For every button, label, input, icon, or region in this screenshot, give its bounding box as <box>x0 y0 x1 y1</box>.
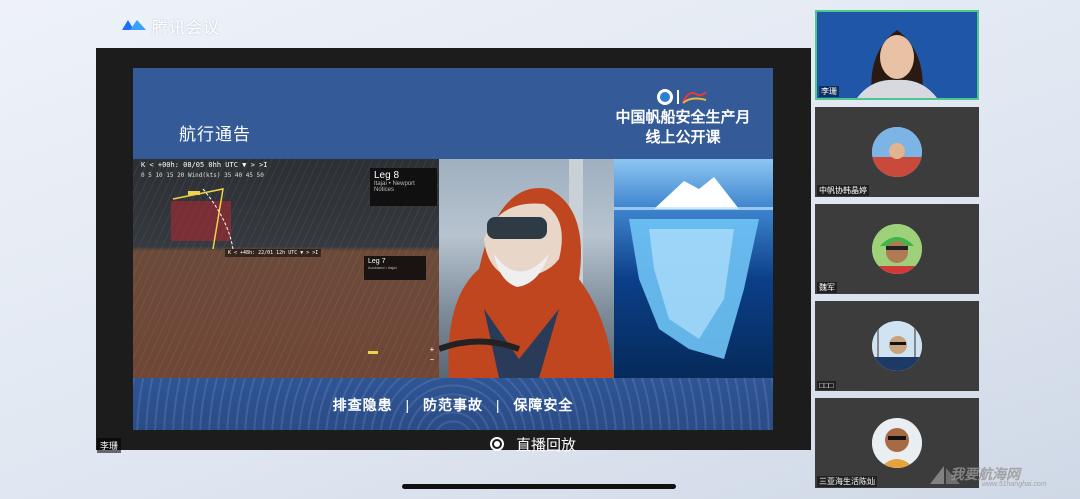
sailor-illustration <box>439 159 614 378</box>
leg-8-name: Leg 8 <box>374 170 400 181</box>
participant-tile[interactable]: 中帆协韩晶婷 <box>815 107 979 197</box>
avatar <box>872 418 922 468</box>
leg-7-name: Leg 7 <box>368 258 386 265</box>
footer-item-1: 排查隐患 <box>332 397 393 413</box>
app-logo-icon <box>122 20 146 30</box>
event-title-line1: 中国帆船安全生产月 <box>615 109 751 126</box>
slide-footer: 排查隐患 | 防范事故 | 保障安全 <box>133 378 773 430</box>
iceberg-image <box>614 159 773 378</box>
slide-heading: 航行通告 <box>179 125 251 144</box>
avatar <box>872 127 922 177</box>
watermark-url: www.51hanghai.com <box>982 481 1047 488</box>
app-title: 腾讯会议 <box>152 20 221 37</box>
avatar <box>872 224 922 274</box>
footer-separator: | <box>405 397 411 413</box>
participant-tile[interactable]: □□□ <box>815 301 979 391</box>
leg-8-card: Leg 8 Itajaí • Newport Notices <box>370 168 437 206</box>
participant-video <box>817 12 977 98</box>
event-title: 中国帆船安全生产月 线上公开课 <box>603 108 763 148</box>
zoom-out-icon: − <box>429 355 435 364</box>
site-watermark: 我要航海网 www.51hanghai.com <box>920 462 1080 492</box>
map-time-toolbar-secondary: K < +48h: 22/01 12h UTC ▼ > >I <box>225 249 322 257</box>
top-bar: 腾讯会议 <box>96 0 811 48</box>
iceberg-illustration <box>614 177 773 359</box>
replay-button[interactable]: 直播回放 <box>490 434 576 454</box>
avatar <box>872 321 922 371</box>
participant-tile[interactable]: 魏军 <box>815 204 979 294</box>
footer-item-3: 保障安全 <box>513 397 574 413</box>
participant-name: 魏军 <box>817 282 837 293</box>
participant-name: 三亚海生活陈灿 <box>817 476 877 487</box>
leg-7-card: Leg 7 Auckland • Itajaí <box>364 256 426 280</box>
active-speaker-label: 李珊 <box>97 438 122 453</box>
map-zoom-controls: + − <box>427 345 437 365</box>
leg-7-route: Auckland • Itajaí <box>368 265 397 270</box>
presentation-slide: 航行通告 中国帆船安全生产月 线上公开课 K < +00h: 08/05 0hh… <box>133 68 773 430</box>
participant-name: 中帆协韩晶婷 <box>817 185 869 196</box>
leg-8-notices: Notices <box>374 187 395 193</box>
participant-tile-active[interactable]: 李珊 <box>815 10 979 100</box>
event-logo-icon <box>657 89 707 105</box>
race-map-image: K < +00h: 08/05 0hh UTC ▼ > >I 0 5 10 15… <box>133 159 439 378</box>
participant-name: □□□ <box>817 381 836 390</box>
home-indicator[interactable] <box>402 484 676 489</box>
footer-separator: | <box>495 397 501 413</box>
footer-item-2: 防范事故 <box>423 397 483 413</box>
sailor-photo <box>439 159 614 378</box>
footer-slogan: 排查隐患 | 防范事故 | 保障安全 <box>133 395 773 415</box>
replay-label: 直播回放 <box>516 436 577 454</box>
zoom-in-icon: + <box>429 345 435 354</box>
participant-name: 李珊 <box>819 86 839 97</box>
event-title-line2: 线上公开课 <box>645 129 721 146</box>
record-icon <box>490 437 504 451</box>
